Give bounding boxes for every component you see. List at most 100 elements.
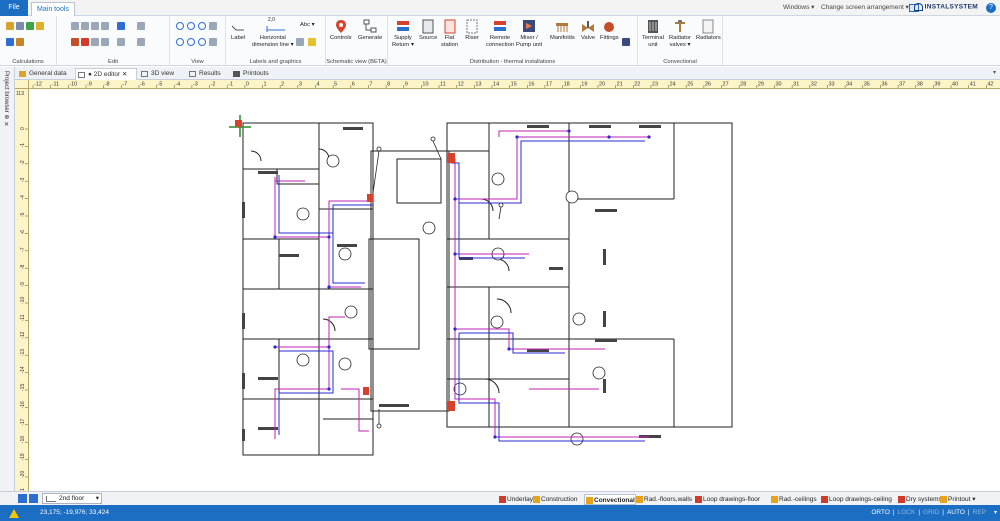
- warning-icon[interactable]: [36, 22, 44, 30]
- ruler-tick-label: -6: [20, 230, 26, 235]
- label-button-text: Label: [231, 35, 246, 41]
- distribution-options-icon[interactable]: [622, 38, 630, 46]
- mode-toggle[interactable]: ORTO: [871, 509, 890, 516]
- ruler-tick-label: 42: [987, 82, 993, 88]
- controls-button[interactable]: Controls: [330, 19, 352, 42]
- terminal-unit-button[interactable]: Terminal unit: [642, 19, 664, 48]
- zoom-previous-icon[interactable]: [187, 38, 195, 46]
- tab-2d-editor[interactable]: ● 2D editor ✕: [75, 68, 137, 80]
- delete-icon[interactable]: [81, 38, 89, 46]
- supply-return-button[interactable]: Supply Return ▾: [392, 19, 414, 48]
- duplicate-icon[interactable]: [91, 22, 99, 30]
- layer-tab[interactable]: Rad.-floors,walls: [635, 494, 692, 505]
- horizontal-dimension-button[interactable]: 2,0 Horizontal dimension line ▾: [252, 17, 294, 48]
- layer-tab[interactable]: Loop drawings-floor: [694, 494, 760, 505]
- ruler-tick-label: -1: [20, 143, 26, 148]
- floor-select[interactable]: 2nd floor ▾: [42, 493, 102, 504]
- generate-button[interactable]: Generate: [358, 19, 382, 42]
- project-browser-label[interactable]: Project browser ⊕ ✕: [3, 71, 10, 128]
- vertical-ruler: 113 0 -1 -2 -3 -4 -5 -6 -7 -8 -9 -10 -11 -12 -13 -14 -15…: [15, 89, 29, 491]
- move-icon[interactable]: [101, 22, 109, 30]
- layer-tab-label: Convectional: [594, 497, 635, 504]
- flat-station-button[interactable]: Flat station: [441, 19, 458, 48]
- view-options-icon[interactable]: [209, 22, 217, 30]
- zoom-out-icon[interactable]: [187, 22, 195, 30]
- copy-icon[interactable]: [71, 22, 79, 30]
- ruler-tick-label: 2: [281, 82, 284, 88]
- text-style-button[interactable]: Abc ▾: [300, 22, 315, 28]
- file-tab[interactable]: File: [0, 0, 28, 16]
- tabs-dropdown-icon[interactable]: ▾: [993, 69, 996, 76]
- tab-label: Results: [199, 70, 221, 77]
- manifolds-button[interactable]: Manifolds: [550, 19, 575, 42]
- radiators-button[interactable]: Radiators: [696, 19, 721, 42]
- valve-button[interactable]: Valve: [581, 19, 595, 42]
- calculate-icon[interactable]: [6, 22, 14, 30]
- radiator-valves-button[interactable]: Radiator valves ▾: [669, 19, 691, 48]
- layer-tab[interactable]: Dry systems: [897, 494, 942, 505]
- layer-icon: [821, 496, 828, 503]
- tab-label: ● 2D editor ✕: [88, 71, 128, 78]
- status-dropdown-icon[interactable]: ▾: [994, 505, 997, 521]
- floor-up-icon[interactable]: [18, 494, 27, 503]
- mixer-pump-button[interactable]: Mixer / Pump unit: [516, 19, 542, 48]
- cut-icon[interactable]: [71, 38, 79, 46]
- origin-marker: [229, 115, 251, 137]
- fittings-button[interactable]: Fittings: [600, 19, 619, 42]
- graphics-icon[interactable]: [296, 38, 304, 46]
- radiator-valve-icon: [674, 20, 685, 32]
- help-icon[interactable]: ?: [986, 3, 996, 13]
- riser-button[interactable]: Riser: [465, 19, 479, 42]
- ruler-tick-label: -13: [20, 349, 26, 356]
- layer-tab[interactable]: Underlay: [498, 494, 533, 505]
- layer-tab[interactable]: Rad.-ceilings: [770, 494, 817, 505]
- export-icon[interactable]: [16, 38, 24, 46]
- paste-icon[interactable]: [81, 22, 89, 30]
- layer-tab[interactable]: Printout ▾: [939, 494, 975, 505]
- floor-plan-drawing[interactable]: [29, 89, 1000, 491]
- mode-toggle[interactable]: LOCK: [898, 509, 916, 516]
- zoom-extents-icon[interactable]: [176, 38, 184, 46]
- source-button[interactable]: Source: [419, 19, 437, 42]
- label-button[interactable]: Label: [231, 19, 245, 42]
- table-icon[interactable]: [6, 38, 14, 46]
- layer-tab[interactable]: Convectional: [584, 494, 636, 505]
- change-arrangement-menu[interactable]: Change screen arrangement ▾: [821, 0, 909, 16]
- windows-menu[interactable]: Windows ▾: [783, 0, 814, 16]
- highlight-icon[interactable]: [308, 38, 316, 46]
- select-icon[interactable]: [117, 22, 125, 30]
- group-icon[interactable]: [117, 38, 125, 46]
- ruler-tick-label: 14: [493, 82, 499, 88]
- pan-icon[interactable]: [198, 38, 206, 46]
- ribbon-group-label: View: [191, 59, 204, 65]
- mode-toggle[interactable]: AUTO: [947, 509, 965, 516]
- snap-icon[interactable]: [137, 38, 145, 46]
- check-icon[interactable]: [26, 22, 34, 30]
- mode-toggle[interactable]: GRID: [923, 509, 939, 516]
- zoom-window-icon[interactable]: [198, 22, 206, 30]
- remote-connection-button[interactable]: Remote connection: [486, 19, 514, 48]
- drawing-modes: ORTO | LOCK | GRID | AUTO | REP: [868, 505, 986, 521]
- report-icon[interactable]: [16, 22, 24, 30]
- ribbon-group-calculations: Calculations: [0, 16, 57, 66]
- align-icon[interactable]: [137, 22, 145, 30]
- layer-tab[interactable]: Construction: [532, 494, 578, 505]
- ruler-tick-label: 22: [634, 82, 640, 88]
- main-tools-tab[interactable]: Main tools: [31, 2, 75, 16]
- tab-3d-view[interactable]: 3D view: [139, 68, 177, 80]
- rotate-icon[interactable]: [101, 38, 109, 46]
- drawing-canvas[interactable]: [29, 89, 1000, 491]
- tab-printouts[interactable]: Printouts: [231, 68, 277, 80]
- ruler-tick-label: -17: [20, 418, 26, 425]
- warning-icon[interactable]: [9, 509, 19, 518]
- mirror-icon[interactable]: [91, 38, 99, 46]
- zoom-in-icon[interactable]: [176, 22, 184, 30]
- tab-general-data[interactable]: General data: [17, 68, 71, 80]
- project-browser-strip[interactable]: Project browser ⊕ ✕: [0, 67, 15, 491]
- redraw-icon[interactable]: [209, 38, 217, 46]
- ruler-tick-label: 12: [458, 82, 464, 88]
- layer-tab[interactable]: Loop drawings-ceiling: [820, 494, 892, 505]
- floor-down-icon[interactable]: [29, 494, 38, 503]
- tab-results[interactable]: Results: [187, 68, 227, 80]
- mode-toggle[interactable]: REP: [973, 509, 986, 516]
